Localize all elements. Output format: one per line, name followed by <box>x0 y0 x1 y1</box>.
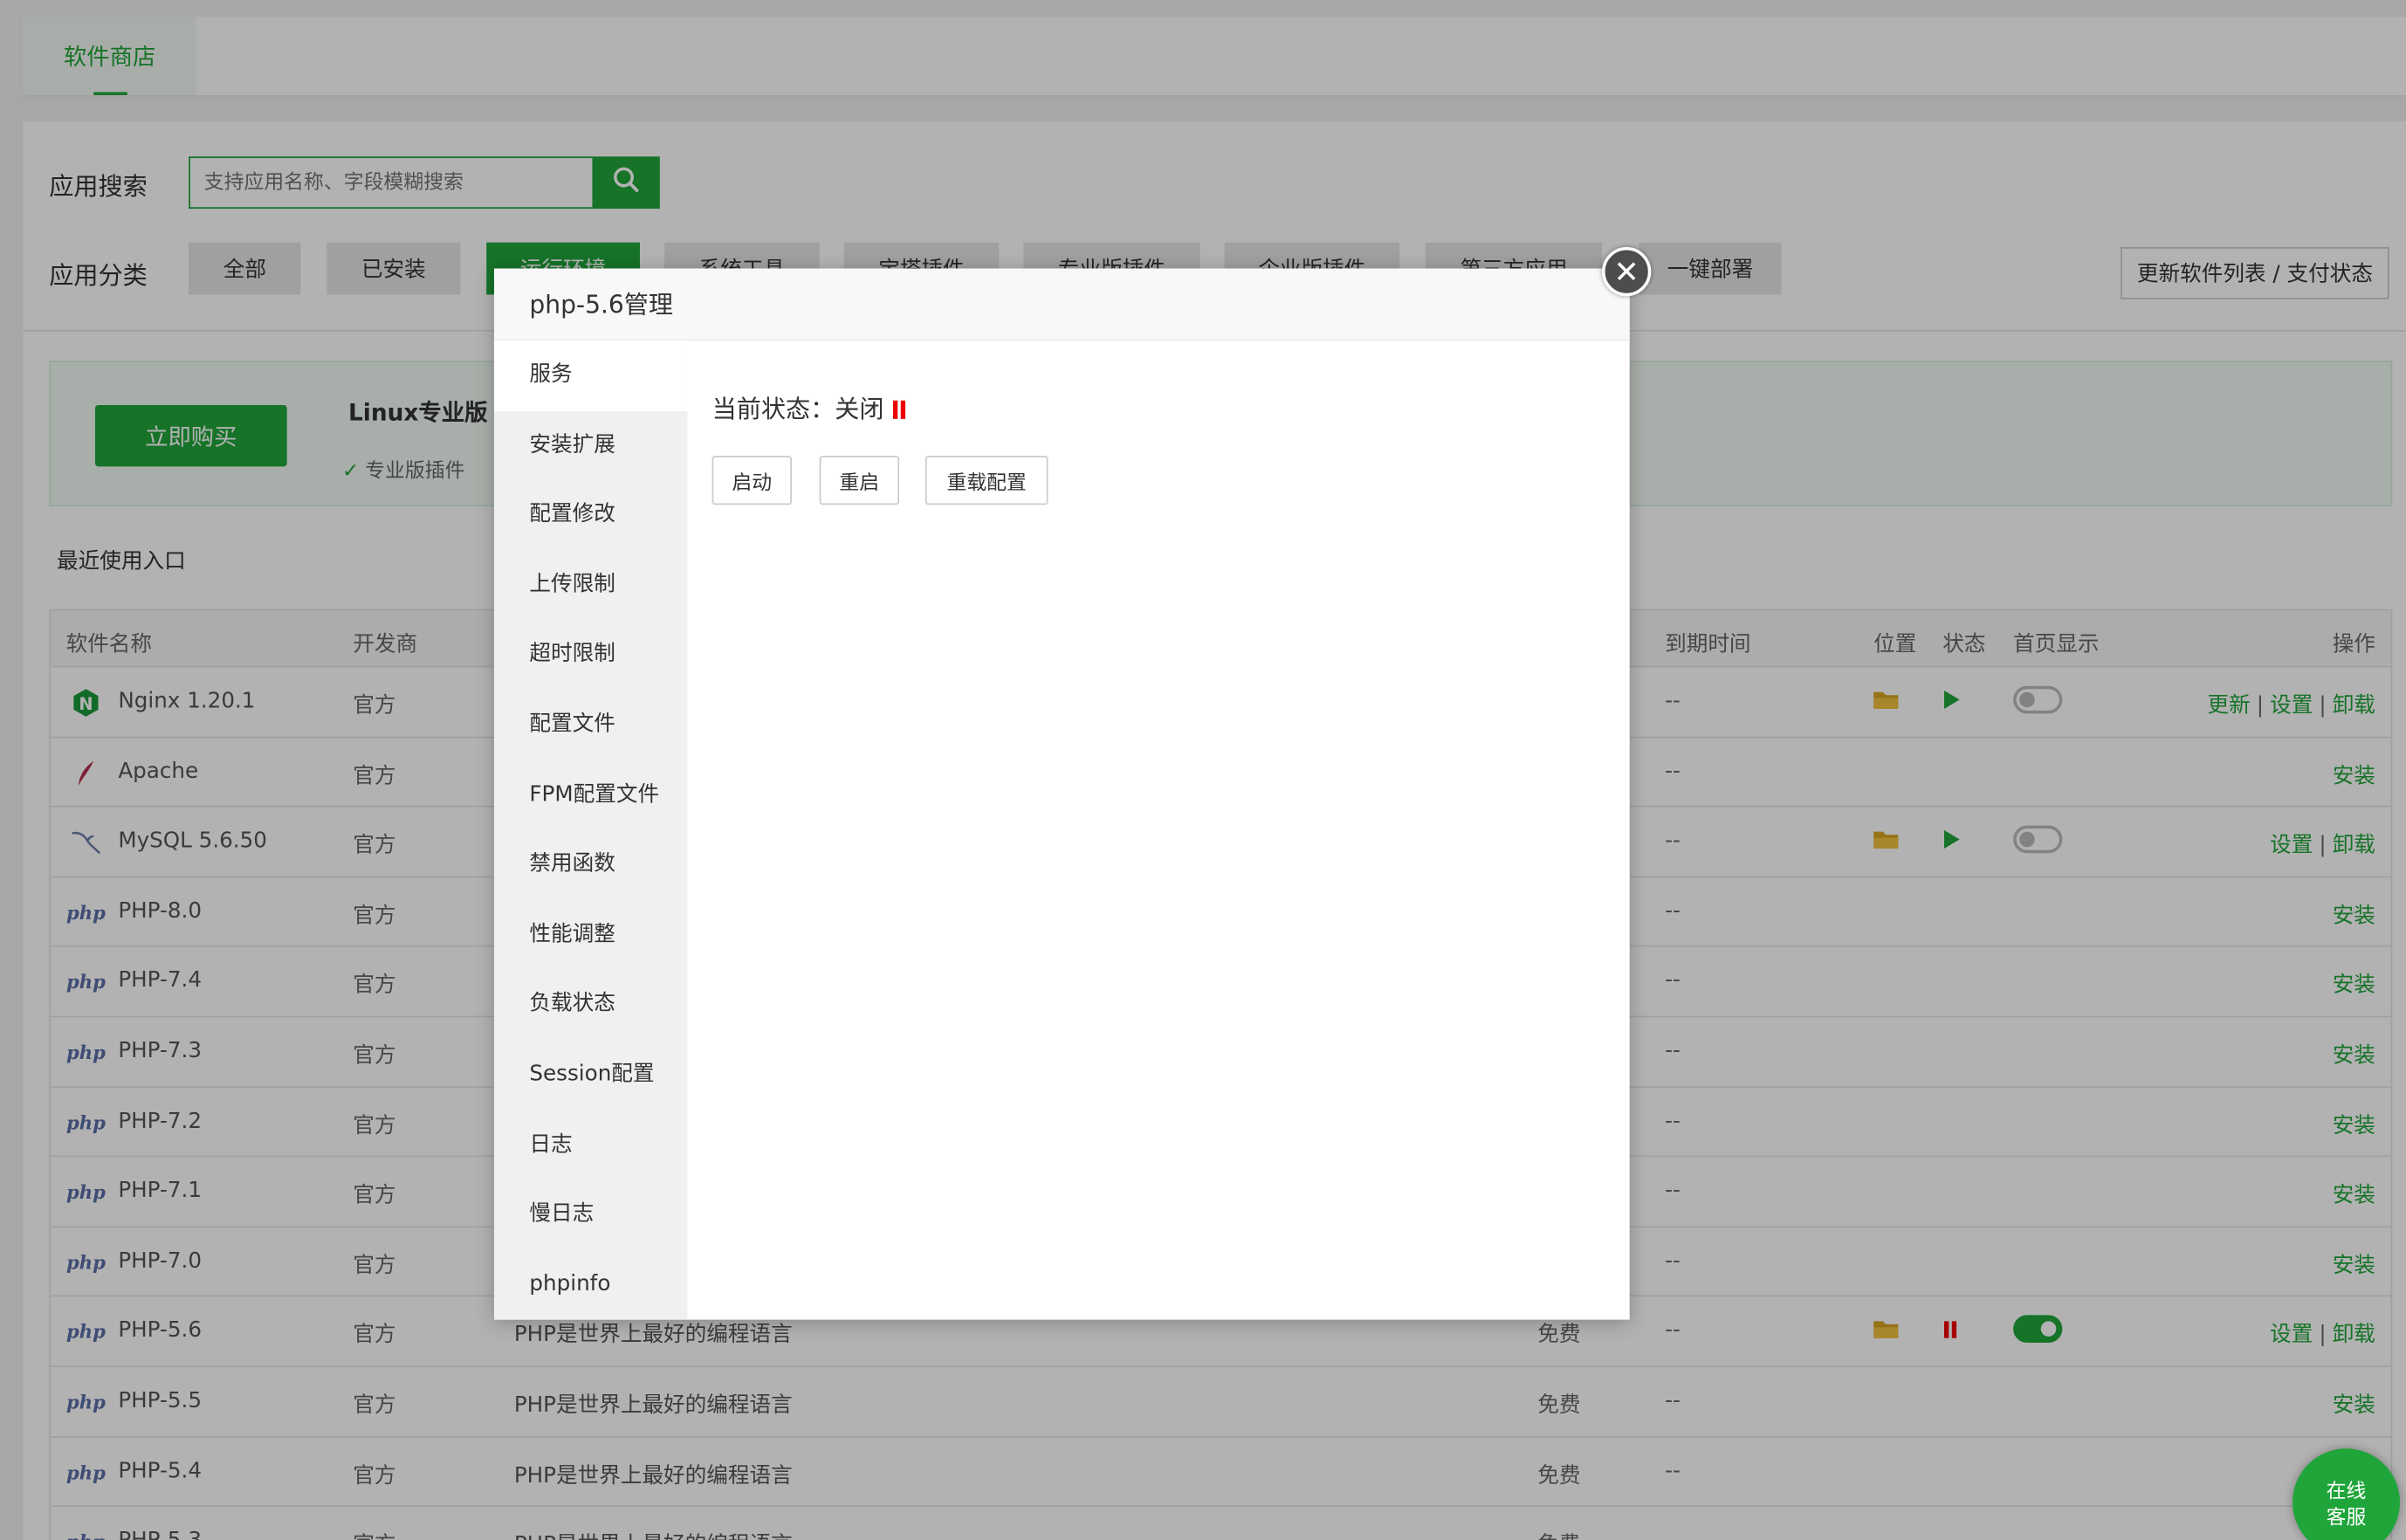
stopped-icon <box>893 400 907 419</box>
dialog-menu-item[interactable]: FPM配置文件 <box>494 760 687 830</box>
dialog-sidebar: 服务 安装扩展 配置修改 上传限制 超时限制 配置文件 FPM配置文件 禁用函数 性能调整 负载状… <box>493 340 688 1320</box>
dialog-menu-item[interactable]: 负载状态 <box>494 970 687 1040</box>
service-status: 当前状态：关闭 <box>712 388 907 425</box>
support-label-1: 在线 <box>2326 1481 2367 1504</box>
restart-button[interactable]: 重启 <box>819 456 900 505</box>
dialog-menu-item[interactable]: 超时限制 <box>494 621 687 691</box>
dialog-menu-item[interactable]: 性能调整 <box>494 900 687 970</box>
dialog-menu-item[interactable]: phpinfo <box>494 1250 687 1320</box>
support-label-2: 客服 <box>2326 1507 2367 1530</box>
dialog-menu-item[interactable]: 服务 <box>493 340 688 411</box>
dialog-menu-item[interactable]: Session配置 <box>494 1041 687 1110</box>
dialog-menu-item[interactable]: 配置修改 <box>494 480 687 550</box>
start-button[interactable]: 启动 <box>711 456 792 505</box>
dialog-menu-item[interactable]: 安装扩展 <box>494 410 687 480</box>
status-value: 关闭 <box>835 394 884 424</box>
dialog-menu-item[interactable]: 日志 <box>494 1110 687 1180</box>
php-manage-dialog: php-5.6管理 ✕ 服务 安装扩展 配置修改 上传限制 超时限制 配置文件 FPM配置文… <box>493 246 1652 1320</box>
close-icon[interactable]: ✕ <box>1602 246 1652 297</box>
dialog-title: php-5.6管理 <box>493 268 1630 341</box>
dialog-menu-item[interactable]: 上传限制 <box>494 551 687 621</box>
status-label: 当前状态： <box>711 394 835 424</box>
dialog-content: 当前状态：关闭 启动 重启 重载配置 <box>687 340 1629 1319</box>
reload-config-button[interactable]: 重载配置 <box>925 456 1048 505</box>
dialog-menu-item[interactable]: 配置文件 <box>494 691 687 760</box>
dialog-menu-item[interactable]: 慢日志 <box>494 1180 687 1250</box>
dialog-menu-item[interactable]: 禁用函数 <box>494 830 687 900</box>
